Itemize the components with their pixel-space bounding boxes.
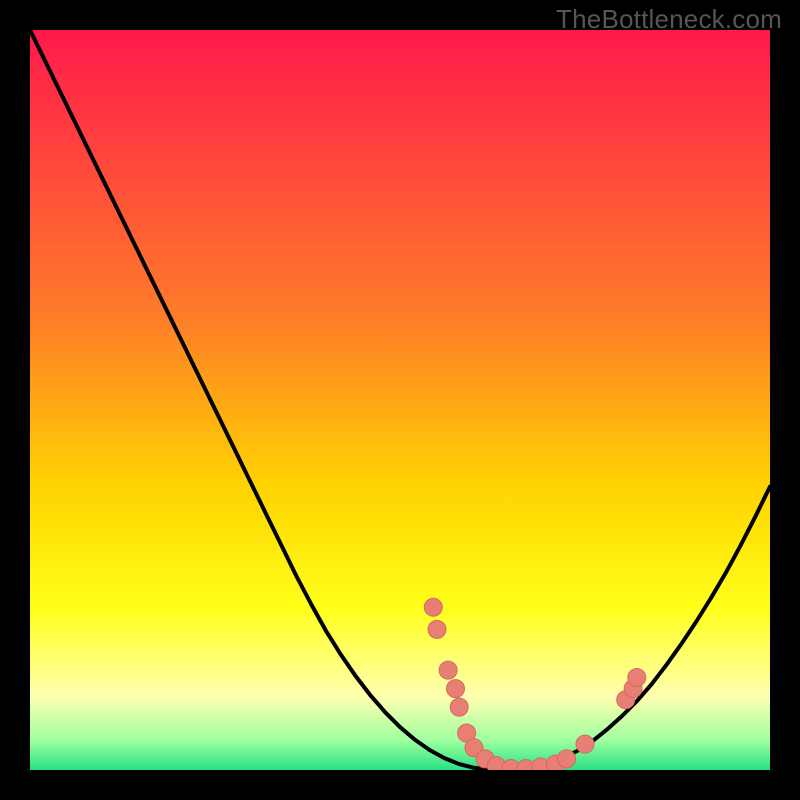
data-dot [439, 661, 457, 679]
chart-svg [30, 30, 770, 770]
data-dot [447, 680, 465, 698]
data-dot [576, 735, 594, 753]
data-dot [450, 698, 468, 716]
data-dot [558, 750, 576, 768]
data-dot [424, 598, 442, 616]
data-dot [428, 620, 446, 638]
gradient-background [30, 30, 770, 770]
plot-area [30, 30, 770, 770]
chart-frame: TheBottleneck.com [0, 0, 800, 800]
data-dot [628, 669, 646, 687]
